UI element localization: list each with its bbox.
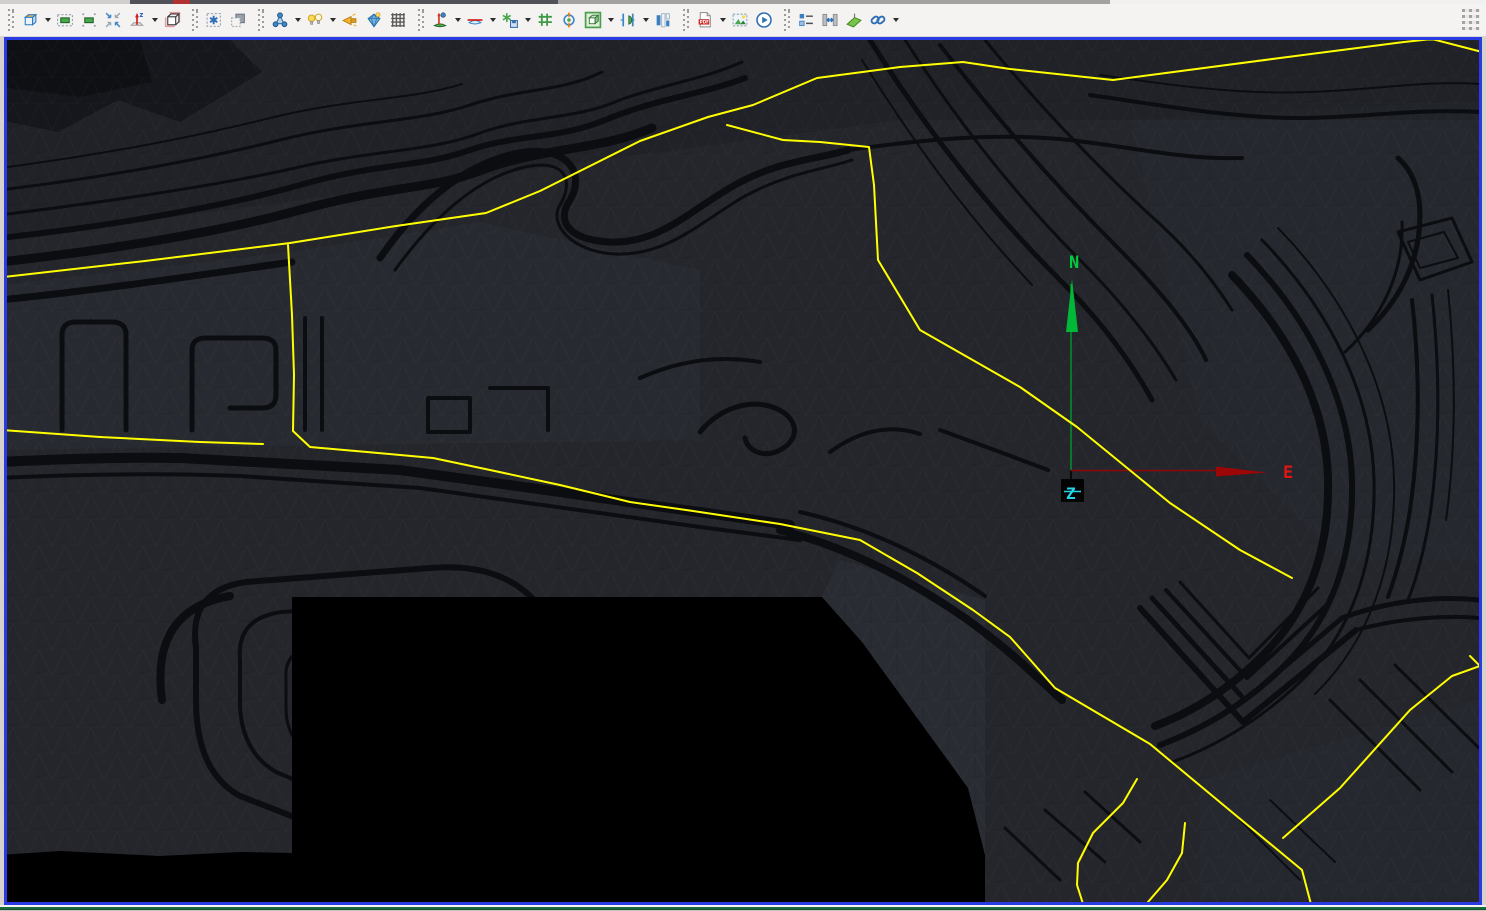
display-list-icon [797,11,815,29]
svg-text:PDF: PDF [700,19,709,24]
link-views-dropdown[interactable] [890,7,901,33]
copy-view-icon [229,11,247,29]
section-clip-icon [619,11,637,29]
swap-panes-icon [821,11,839,29]
export-pdf-icon: PDF [696,11,714,29]
orbit-view-icon [560,11,578,29]
copy-view-button[interactable] [226,7,250,33]
viewport-frame: N E Z [4,37,1482,905]
plan-view-z-icon: z [128,11,146,29]
chevron-down-icon [295,18,301,22]
points-triangle-dropdown[interactable] [292,7,303,33]
svg-text:z: z [139,11,143,19]
grid-display-icon [389,11,407,29]
view-cube-outline-button[interactable] [160,7,184,33]
chevron-down-icon [720,18,726,22]
toolbar-group-grip[interactable] [258,9,264,31]
export-image-button[interactable] [728,7,752,33]
view-3d-cube-icon [21,11,39,29]
zoom-window-icon [80,11,98,29]
display-list-button[interactable] [794,7,818,33]
east-axis-label: E [1283,463,1293,483]
toolbar-group-grip[interactable] [192,9,198,31]
zoom-fit-icon [104,11,122,29]
link-views-button[interactable] [866,7,890,33]
station-marker-icon [431,11,449,29]
chevron-down-icon [330,18,336,22]
chevron-down-icon [455,18,461,22]
view-3d-cube-button[interactable] [18,7,42,33]
design-grid-button[interactable] [533,7,557,33]
section-clip-dropdown[interactable] [640,7,651,33]
view-3d-cube-dropdown[interactable] [42,7,53,33]
refresh-selection-button[interactable] [202,7,226,33]
ramp-tool-icon [845,11,863,29]
section-clip-button[interactable] [616,7,640,33]
zoom-fit-button[interactable] [101,7,125,33]
points-triangle-icon [271,11,289,29]
snap-grid-save-icon [501,11,519,29]
box-clip-dropdown[interactable] [605,7,616,33]
zoom-extents-icon [56,11,74,29]
swap-panes-button[interactable] [818,7,842,33]
orbit-view-button[interactable] [557,7,581,33]
section-line-dropdown[interactable] [487,7,498,33]
design-grid-icon [536,11,554,29]
gem-light-button[interactable] [362,7,386,33]
animation-play-icon [755,11,773,29]
lights-button[interactable] [303,7,327,33]
refresh-selection-icon [205,11,223,29]
chevron-down-icon [525,18,531,22]
zoom-extents-button[interactable] [53,7,77,33]
chevron-down-icon [490,18,496,22]
export-image-icon [731,11,749,29]
3d-viewport[interactable]: N E Z [7,40,1479,902]
section-line-button[interactable] [463,7,487,33]
chevron-down-icon [608,18,614,22]
link-views-icon [869,11,887,29]
box-clip-button[interactable] [581,7,605,33]
snap-grid-save-dropdown[interactable] [522,7,533,33]
toolbar-group-grip[interactable] [8,9,14,31]
z-axis-label: Z [1066,484,1076,503]
toolbar-group-grip[interactable] [683,9,689,31]
chevron-down-icon [152,18,158,22]
toolbar-group-grip[interactable] [784,9,790,31]
plan-view-z-button[interactable]: z [125,7,149,33]
toolbar-group-grip[interactable] [418,9,424,31]
spotlight-icon [341,11,359,29]
terrain-surface [7,40,1479,902]
snap-grid-save-button[interactable] [498,7,522,33]
lights-icon [306,11,324,29]
plan-view-z-dropdown[interactable] [149,7,160,33]
chevron-down-icon [893,18,899,22]
slice-panels-button[interactable] [651,7,675,33]
lights-dropdown[interactable] [327,7,338,33]
grid-display-button[interactable] [386,7,410,33]
toolbar-overflow-grip[interactable] [1462,9,1480,33]
station-marker-button[interactable] [428,7,452,33]
station-marker-dropdown[interactable] [452,7,463,33]
chevron-down-icon [45,18,51,22]
points-triangle-button[interactable] [268,7,292,33]
export-pdf-dropdown[interactable] [717,7,728,33]
bottom-status-edge [0,905,1486,911]
animation-play-button[interactable] [752,7,776,33]
export-pdf-button[interactable]: PDF [693,7,717,33]
box-clip-icon [584,11,602,29]
main-toolbar: z PDF [0,4,1486,37]
north-axis-label: N [1069,253,1079,273]
slice-panels-icon [654,11,672,29]
view-cube-outline-icon [163,11,181,29]
zoom-window-button[interactable] [77,7,101,33]
spotlight-button[interactable] [338,7,362,33]
gem-light-icon [365,11,383,29]
ramp-tool-button[interactable] [842,7,866,33]
chevron-down-icon [643,18,649,22]
section-line-icon [466,11,484,29]
